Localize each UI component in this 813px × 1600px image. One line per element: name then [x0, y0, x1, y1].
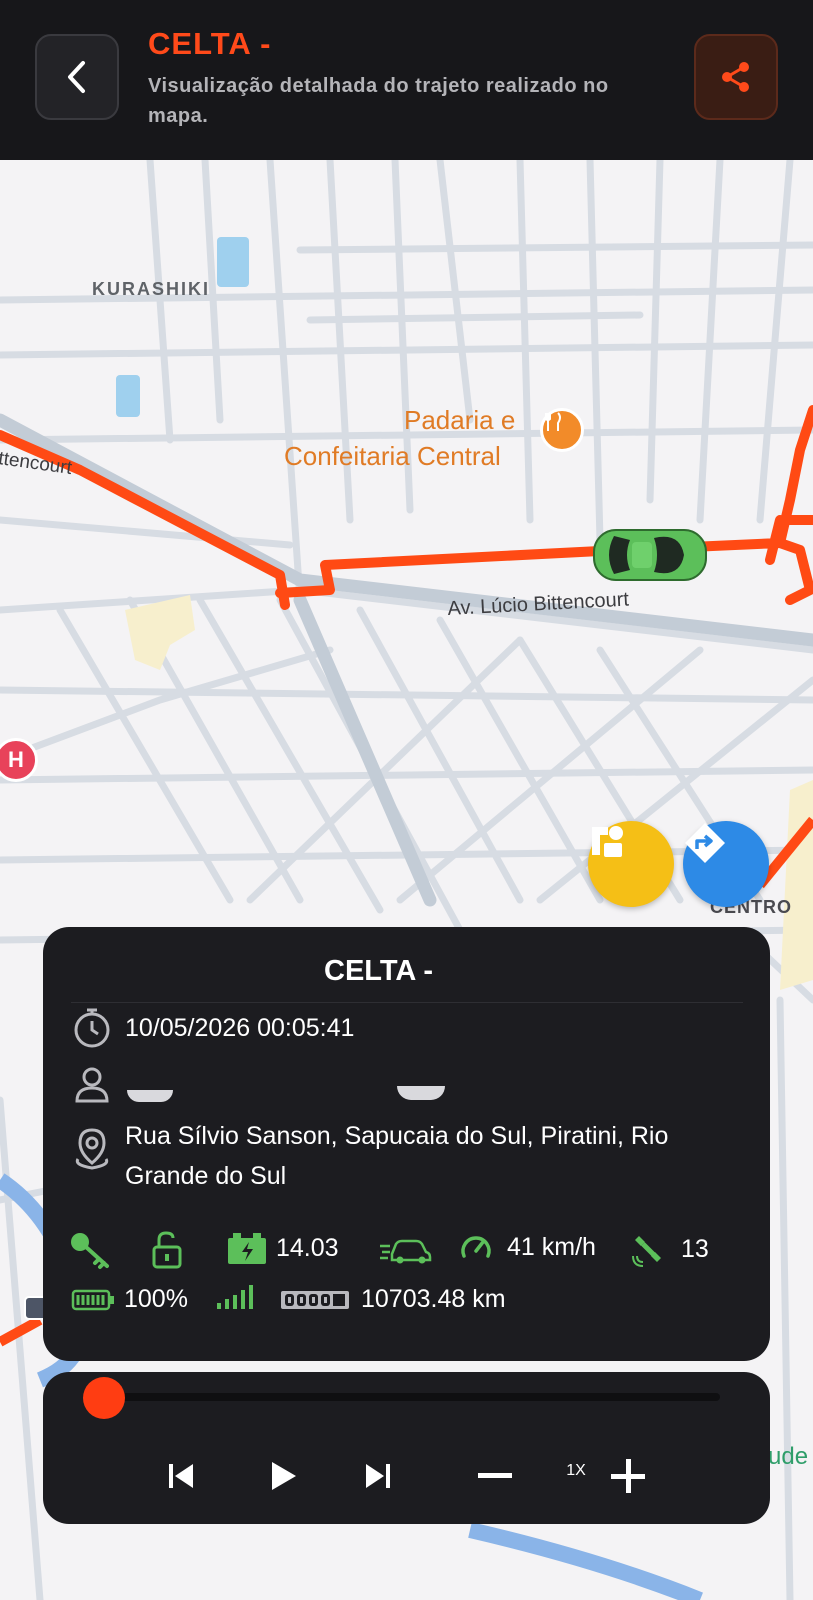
play-icon	[272, 1462, 296, 1490]
page-subtitle: Visualização detalhada do trajeto realiz…	[148, 75, 609, 127]
location-pin-icon	[70, 1127, 114, 1171]
vehicle-name: CELTA -	[324, 955, 433, 987]
signal-bars-icon	[217, 1285, 253, 1309]
voltage-stat: 14.03	[226, 1230, 339, 1266]
vehicle-info-card: CELTA - 10/05/2026 00:05:41 Rua Sílvio S…	[43, 927, 770, 1361]
speed-stat: 41 km/h	[459, 1230, 596, 1264]
map-label-padaria-1: Padaria e	[404, 405, 516, 435]
app-header: CELTA - Visualização detalhada do trajet…	[0, 0, 813, 160]
skip-forward-button[interactable]	[358, 1456, 398, 1496]
skip-back-button[interactable]	[161, 1456, 201, 1496]
map-label-kurashiki: KURASHIKI	[92, 279, 211, 299]
unlock-icon	[152, 1231, 182, 1269]
speed-increase-button[interactable]	[606, 1456, 650, 1496]
minus-icon	[478, 1473, 512, 1478]
playback-slider-handle[interactable]	[83, 1377, 125, 1419]
car-battery-icon	[228, 1233, 266, 1264]
skip-forward-icon	[366, 1464, 390, 1488]
battery-stat: 100%	[71, 1285, 188, 1314]
map-label-ude: ude	[768, 1443, 809, 1470]
share-icon	[722, 62, 749, 92]
lock-stat	[149, 1230, 185, 1270]
address-text: Rua Sílvio Sanson, Sapucaia do Sul, Pira…	[125, 1122, 669, 1190]
shapes-icon	[592, 826, 623, 857]
satellite-count: 13	[681, 1234, 709, 1263]
card-divider	[71, 1002, 743, 1003]
share-button[interactable]	[694, 34, 778, 120]
speed-decrease-button[interactable]	[473, 1456, 517, 1496]
clock-icon	[70, 1006, 114, 1050]
car-marker-icon	[593, 529, 707, 581]
battery-full-icon	[71, 1289, 114, 1310]
plus-icon	[611, 1459, 645, 1493]
signal-stat	[215, 1283, 257, 1311]
speed-value: 41 km/h	[507, 1232, 596, 1261]
driver-name-redacted	[125, 1082, 485, 1106]
key-icon	[71, 1233, 109, 1269]
datetime-text: 10/05/2026 00:05:41	[125, 1014, 355, 1042]
voltage-value: 14.03	[276, 1233, 339, 1262]
directions-icon	[685, 823, 725, 863]
odometer-stat: 10703.48 km	[280, 1285, 506, 1314]
ignition-key-stat	[69, 1230, 113, 1270]
moving-stat	[378, 1230, 432, 1266]
playback-track[interactable]	[105, 1393, 720, 1401]
odometer-value: 10703.48 km	[361, 1285, 506, 1313]
speedometer-icon	[461, 1236, 491, 1258]
user-icon	[70, 1062, 114, 1106]
chevron-left-icon	[68, 61, 85, 93]
odometer-icon	[281, 1290, 349, 1309]
skip-back-icon	[169, 1464, 193, 1488]
satellite-stat: 13	[631, 1230, 709, 1268]
satellite-icon	[632, 1236, 661, 1267]
playback-controls: 1X	[43, 1372, 770, 1524]
playback-speed: 1X	[566, 1462, 586, 1479]
battery-value: 100%	[124, 1285, 188, 1313]
directions-button[interactable]	[683, 821, 769, 907]
map-label-padaria-2: Confeitaria Central	[284, 441, 501, 471]
page-title: CELTA -	[148, 26, 272, 61]
car-moving-icon	[380, 1239, 432, 1264]
restaurant-poi-icon[interactable]	[540, 408, 584, 452]
street-view-button[interactable]	[588, 821, 674, 907]
back-button[interactable]	[35, 34, 119, 120]
play-button[interactable]	[261, 1454, 305, 1498]
